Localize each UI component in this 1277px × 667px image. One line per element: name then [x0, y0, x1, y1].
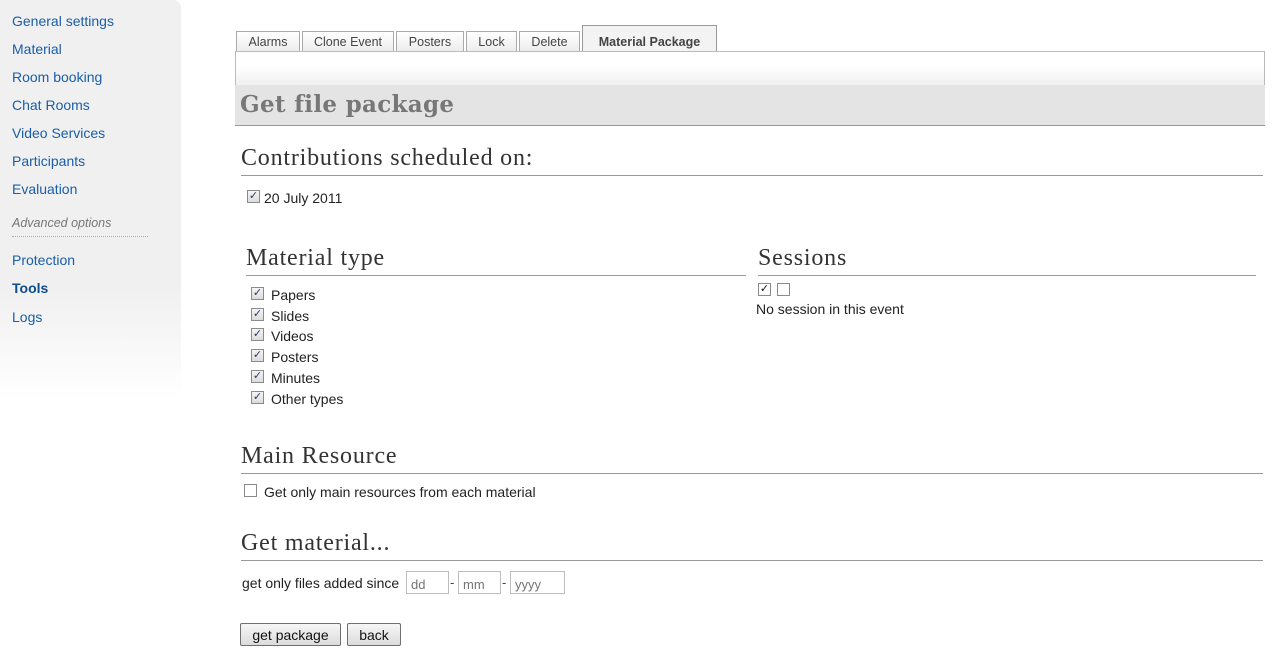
tab-lock[interactable]: Lock [466, 31, 517, 52]
tab-posters[interactable]: Posters [396, 31, 464, 52]
sidebar-item-logs[interactable]: Logs [12, 309, 42, 325]
posters-label: Posters [271, 349, 319, 365]
sidebar-item-room-booking[interactable]: Room booking [12, 69, 102, 85]
no-session-text: No session in this event [756, 301, 904, 317]
posters-checkbox[interactable]: ✓ [251, 349, 264, 362]
sidebar: General settings Material Room booking C… [0, 0, 181, 400]
advanced-options-label: Advanced options [12, 216, 148, 237]
tab-clone-event[interactable]: Clone Event [302, 31, 394, 52]
main-resource-label: Get only main resources from each materi… [264, 484, 536, 500]
date-separator: - [502, 575, 507, 590]
sidebar-item-video-services[interactable]: Video Services [12, 125, 105, 141]
sidebar-item-chat-rooms[interactable]: Chat Rooms [12, 97, 90, 113]
sessions-select-all-checkbox[interactable]: ✓ [758, 283, 771, 296]
sidebar-item-tools[interactable]: Tools [12, 280, 48, 296]
papers-checkbox[interactable]: ✓ [251, 287, 264, 300]
minutes-label: Minutes [271, 370, 321, 386]
tab-panel [235, 51, 1265, 85]
back-button[interactable]: back [347, 623, 401, 646]
year-input[interactable] [510, 571, 565, 594]
page-title: Get file package [235, 85, 1265, 126]
get-package-button[interactable]: get package [240, 623, 341, 646]
sidebar-item-participants[interactable]: Participants [12, 153, 85, 169]
sessions-select-none-checkbox[interactable] [777, 283, 790, 296]
month-input[interactable] [458, 571, 501, 594]
slides-checkbox[interactable]: ✓ [251, 308, 264, 321]
tab-material-package[interactable]: Material Package [582, 25, 717, 53]
other-types-checkbox[interactable]: ✓ [251, 391, 264, 404]
contributions-title: Contributions scheduled on: [241, 141, 1263, 176]
other-types-label: Other types [271, 391, 344, 407]
sidebar-item-general-settings[interactable]: General settings [12, 13, 114, 29]
date-label: 20 July 2011 [264, 190, 343, 206]
material-type-title: Material type [246, 241, 746, 276]
tab-delete[interactable]: Delete [519, 31, 580, 52]
sidebar-item-protection[interactable]: Protection [12, 252, 75, 268]
since-label: get only files added since [242, 575, 400, 591]
minutes-checkbox[interactable]: ✓ [251, 370, 264, 383]
date-checkbox[interactable]: ✓ [247, 190, 260, 203]
tab-alarms[interactable]: Alarms [236, 31, 300, 52]
day-input[interactable] [406, 571, 449, 594]
papers-label: Papers [271, 287, 316, 303]
videos-label: Videos [271, 328, 314, 344]
sidebar-item-material[interactable]: Material [12, 41, 62, 57]
videos-checkbox[interactable]: ✓ [251, 328, 264, 341]
sidebar-item-evaluation[interactable]: Evaluation [12, 181, 77, 197]
main-resource-checkbox[interactable] [244, 484, 257, 497]
date-separator: - [450, 575, 455, 590]
sessions-title: Sessions [758, 241, 1256, 276]
main-resource-title: Main Resource [241, 439, 1263, 474]
get-material-title: Get material... [241, 526, 1263, 561]
slides-label: Slides [271, 308, 310, 324]
